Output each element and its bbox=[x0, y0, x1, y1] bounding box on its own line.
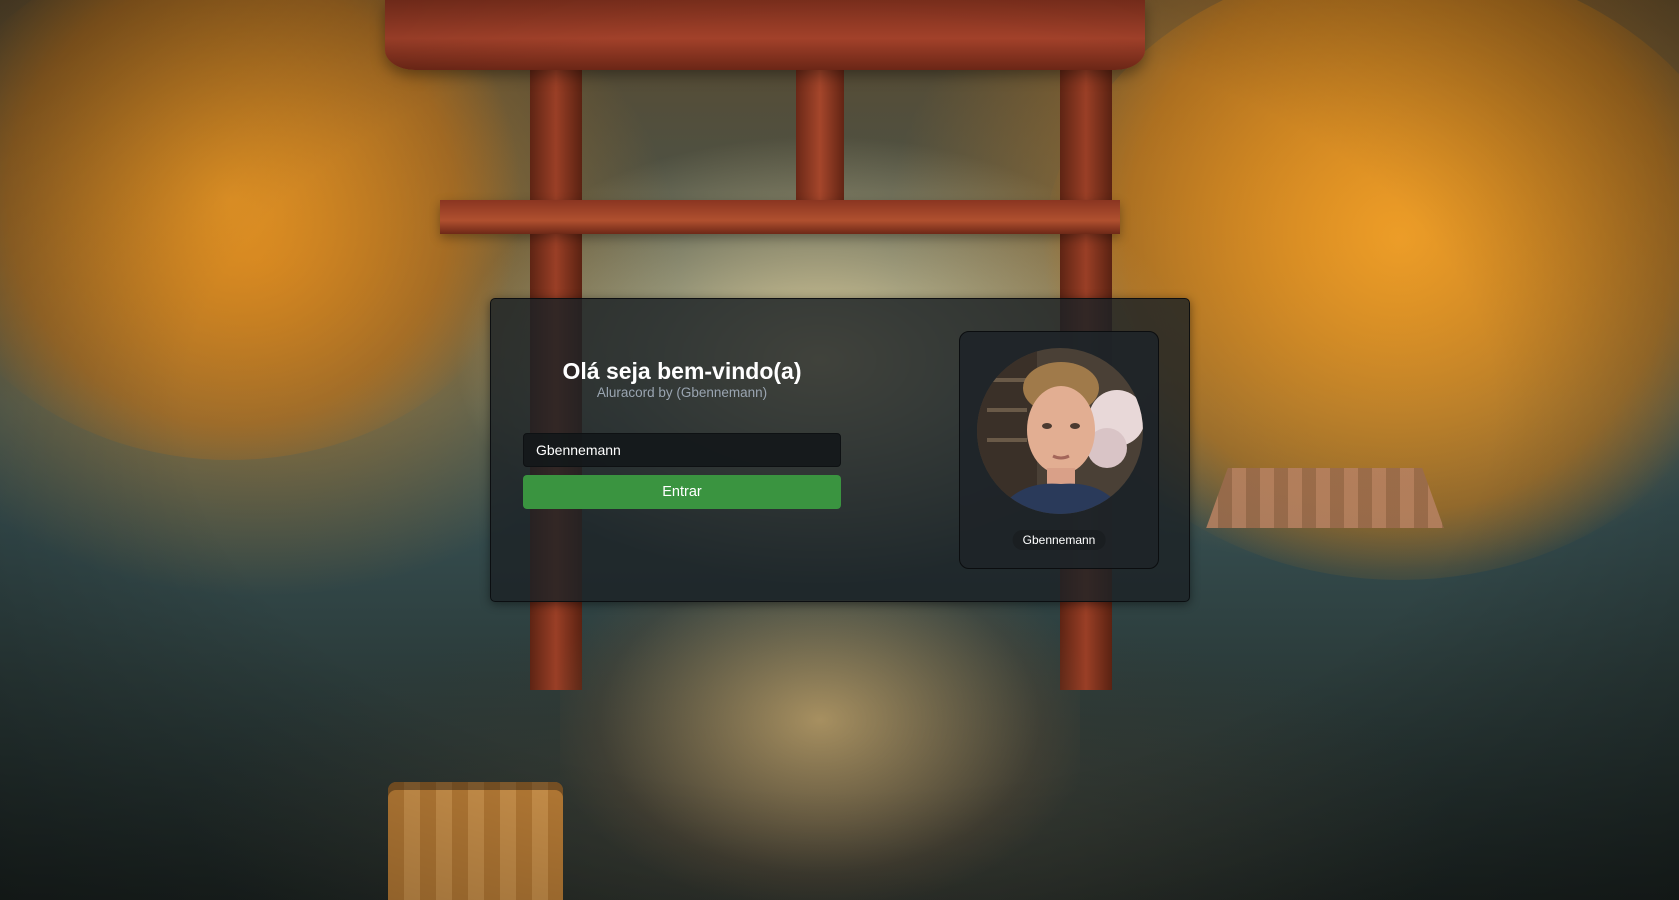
avatar bbox=[977, 348, 1143, 514]
profile-username: Gbennemann bbox=[1012, 530, 1106, 550]
login-box: Olá seja bem-vindo(a) Aluracord by (Gben… bbox=[490, 298, 1190, 602]
login-form: Olá seja bem-vindo(a) Aluracord by (Gben… bbox=[523, 357, 841, 509]
page-subtitle: Aluracord by (Gbennemann) bbox=[596, 385, 768, 400]
enter-button[interactable]: Entrar bbox=[523, 475, 841, 509]
page-title: Olá seja bem-vindo(a) bbox=[562, 358, 802, 384]
avatar-photo bbox=[977, 348, 1143, 514]
username-input[interactable] bbox=[523, 433, 841, 467]
profile-card: Gbennemann bbox=[959, 331, 1159, 569]
